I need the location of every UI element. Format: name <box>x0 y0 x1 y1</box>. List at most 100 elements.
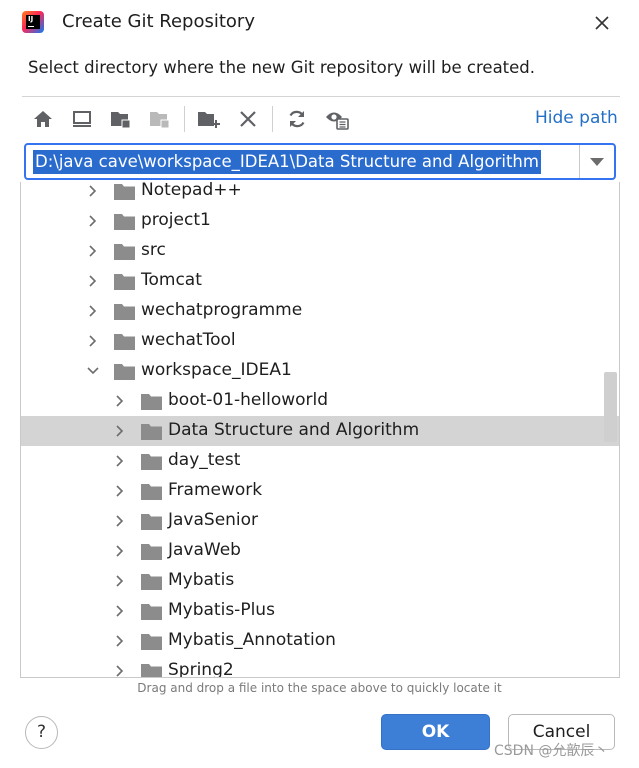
tree-row[interactable]: JavaSenior <box>21 506 619 536</box>
tree-row[interactable]: Mybatis-Plus <box>21 596 619 626</box>
tree-row-label: Notepad++ <box>141 182 242 200</box>
tree-row[interactable]: Mybatis <box>21 566 619 596</box>
folder-icon <box>114 244 135 260</box>
combobox-separator <box>579 145 580 178</box>
tree-row[interactable]: Spring2 <box>21 656 619 678</box>
tree-row-label: project1 <box>141 210 211 230</box>
folder-icon <box>141 604 162 620</box>
chevron-right-icon[interactable] <box>86 274 100 288</box>
tree-row[interactable]: Data Structure and Algorithm <box>21 416 619 446</box>
tree-row[interactable]: Tomcat <box>21 266 619 296</box>
folder-icon <box>141 544 162 560</box>
drag-drop-hint: Drag and drop a file into the space abov… <box>137 681 502 695</box>
path-input[interactable]: D:\java cave\workspace_IDEA1\Data Struct… <box>33 150 541 174</box>
folder-icon <box>114 304 135 320</box>
project-directory-button[interactable] <box>108 106 134 132</box>
divider <box>22 96 620 97</box>
file-chooser-toolbar <box>22 102 622 136</box>
chevron-right-icon[interactable] <box>86 214 100 228</box>
home-button[interactable] <box>30 106 56 132</box>
new-folder-icon <box>198 112 220 128</box>
csdn-watermark: CSDN @允歆辰丶 <box>494 743 609 759</box>
tree-row[interactable]: Mybatis_Annotation <box>21 626 619 656</box>
tree-row[interactable]: Framework <box>21 476 619 506</box>
delete-icon <box>240 111 256 127</box>
folder-icon <box>114 274 135 290</box>
tree-row[interactable]: day_test <box>21 446 619 476</box>
desktop-button[interactable] <box>69 106 95 132</box>
folder-icon <box>141 424 162 440</box>
chevron-right-icon[interactable] <box>86 244 100 258</box>
chevron-right-icon[interactable] <box>113 484 127 498</box>
chevron-right-icon[interactable] <box>86 304 100 318</box>
tree-row[interactable]: project1 <box>21 206 619 236</box>
title-bar: IJ Create Git Repository <box>0 0 639 46</box>
tree-row-label: Data Structure and Algorithm <box>168 420 420 440</box>
chevron-right-icon[interactable] <box>113 424 127 438</box>
tree-row[interactable]: wechatTool <box>21 326 619 356</box>
close-button[interactable] <box>588 9 616 37</box>
folder-icon <box>141 634 162 650</box>
tree-row[interactable]: workspace_IDEA1 <box>21 356 619 386</box>
tree-row-label: wechatTool <box>141 330 236 350</box>
chevron-right-icon[interactable] <box>113 634 127 648</box>
tree-row-label: JavaWeb <box>168 540 241 560</box>
directory-tree[interactable]: Spring2 Mybatis_Annotation Mybatis-Plus Myb… <box>20 182 620 678</box>
help-button[interactable]: ? <box>25 716 58 749</box>
hide-path-link[interactable]: Hide path <box>535 108 618 128</box>
desktop-icon <box>73 111 91 127</box>
module-directory-button <box>147 106 173 132</box>
folder-icon <box>141 514 162 530</box>
chevron-right-icon[interactable] <box>113 574 127 588</box>
intellij-logo-icon: IJ <box>22 11 44 33</box>
chevron-right-icon[interactable] <box>113 604 127 618</box>
tree-row[interactable]: src <box>21 236 619 266</box>
new-folder-button[interactable] <box>196 106 222 132</box>
tree-row-label: Tomcat <box>141 270 202 290</box>
tree-row-label: src <box>141 240 166 260</box>
folder-icon <box>141 484 162 500</box>
tree-row-label: Mybatis <box>168 570 235 590</box>
show-hidden-files-button[interactable] <box>324 106 350 132</box>
path-combobox[interactable]: D:\java cave\workspace_IDEA1\Data Struct… <box>24 143 616 180</box>
chevron-right-icon[interactable] <box>86 334 100 348</box>
show-hidden-icon <box>326 112 349 130</box>
refresh-button[interactable] <box>284 106 310 132</box>
refresh-icon <box>289 110 305 128</box>
module-folder-icon <box>150 112 170 129</box>
delete-button[interactable] <box>235 106 261 132</box>
tree-row-label: Framework <box>168 480 263 500</box>
chevron-right-icon[interactable] <box>113 514 127 528</box>
tree-row-label: boot-01-helloworld <box>168 390 329 410</box>
folder-icon <box>114 184 135 200</box>
chevron-right-icon[interactable] <box>113 394 127 408</box>
window-title: Create Git Repository <box>62 11 255 32</box>
dropdown-arrow-icon[interactable] <box>590 158 604 166</box>
chevron-down-icon[interactable] <box>86 364 100 378</box>
chevron-right-icon[interactable] <box>113 454 127 468</box>
folder-icon <box>141 664 162 677</box>
folder-icon <box>114 334 135 350</box>
tree-row-label: wechatprogramme <box>141 300 303 320</box>
tree-row[interactable]: Notepad++ <box>21 182 619 206</box>
close-icon <box>595 16 609 30</box>
folder-icon <box>114 364 135 380</box>
ok-button[interactable]: OK <box>381 714 490 750</box>
tree-scrollbar-thumb[interactable] <box>604 372 617 442</box>
toolbar-separator <box>184 106 185 132</box>
chevron-right-icon[interactable] <box>86 184 100 198</box>
tree-row-label: day_test <box>168 450 241 470</box>
tree-row[interactable]: boot-01-helloworld <box>21 386 619 416</box>
tree-row-label: Mybatis_Annotation <box>168 630 336 650</box>
dialog-description: Select directory where the new Git repos… <box>28 58 536 77</box>
tree-row[interactable]: JavaWeb <box>21 536 619 566</box>
home-icon <box>34 111 52 127</box>
chevron-right-icon[interactable] <box>113 664 127 678</box>
tree-row[interactable]: wechatprogramme <box>21 296 619 326</box>
tree-row-label: workspace_IDEA1 <box>141 360 292 380</box>
toolbar-separator <box>272 106 273 132</box>
folder-icon <box>141 454 162 470</box>
folder-icon <box>141 394 162 410</box>
chevron-right-icon[interactable] <box>113 544 127 558</box>
tree-row-label: JavaSenior <box>168 510 259 530</box>
